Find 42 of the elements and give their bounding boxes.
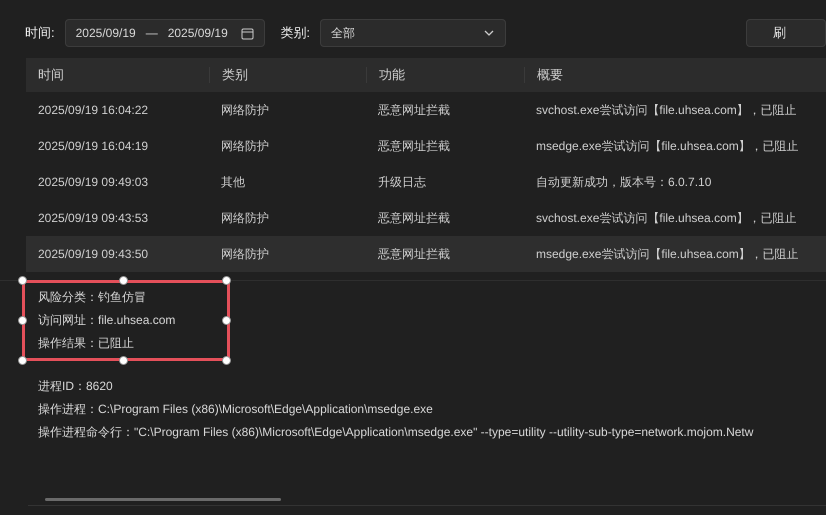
table-cell-text: 恶意网址拦截 <box>377 210 451 226</box>
table-cell-text: 网络防护 <box>220 210 270 226</box>
detail-text: 风险分类：钓鱼仿冒 <box>38 289 147 306</box>
table-cell-text: 2025/09/19 16:04:22 <box>37 103 150 117</box>
category-dropdown[interactable]: 全部 <box>320 19 506 47</box>
calendar-icon <box>241 26 254 40</box>
table-row[interactable]: 2025/09/19 09:49:03 其他 升级日志 自动更新成功，版本号：6.0.7.10 <box>26 164 826 200</box>
table-cell-text: msedge.exe尝试访问【file.uhsea.com】，已阻止 <box>535 246 800 262</box>
detail-text: 访问网址：file.uhsea.com <box>38 312 176 329</box>
table-cell-text: 2025/09/19 09:43:53 <box>37 211 150 225</box>
table-row[interactable]: 2025/09/19 16:04:22 网络防护 恶意网址拦截 svchost.exe尝试访问【file.uhsea.com】，已阻止 <box>26 92 826 128</box>
refresh-button[interactable]: 刷 <box>746 19 826 47</box>
table-cell-text: 升级日志 <box>377 174 427 190</box>
column-header: 类别 <box>209 67 366 83</box>
column-header: 概要 <box>524 67 826 83</box>
table-cell-text: svchost.exe尝试访问【file.uhsea.com】，已阻止 <box>535 210 798 226</box>
table-cell-text: 网络防护 <box>220 246 270 262</box>
table-cell-text: msedge.exe尝试访问【file.uhsea.com】，已阻止 <box>535 138 800 154</box>
column-header: 时间 <box>37 67 65 83</box>
table-cell-text: svchost.exe尝试访问【file.uhsea.com】，已阻止 <box>535 102 798 118</box>
scrollbar-thumb[interactable] <box>45 498 281 501</box>
time-label: 时间: <box>25 24 55 42</box>
detail-text: 操作进程命令行："C:\Program Files (x86)\Microsoft\Edge\Application\msedge.exe" --type=utility --utility-sub-type=network.mojom.Netw <box>38 424 754 441</box>
table-cell-text: 2025/09/19 09:43:50 <box>37 247 150 261</box>
table-cell-text: 2025/09/19 16:04:19 <box>37 139 150 153</box>
column-header: 功能 <box>366 67 524 83</box>
table-cell-text: 自动更新成功，版本号：6.0.7.10 <box>535 174 712 190</box>
table-cell-text: 其他 <box>220 174 246 190</box>
detail-text: 进程ID：8620 <box>38 378 114 395</box>
detail-text: 操作结果：已阻止 <box>38 335 135 352</box>
table-cell-text: 恶意网址拦截 <box>377 246 451 262</box>
table-cell-text: 恶意网址拦截 <box>377 138 451 154</box>
table-cell-text: 网络防护 <box>220 102 270 118</box>
category-label: 类别: <box>280 24 310 42</box>
table-cell-text: 网络防护 <box>220 138 270 154</box>
table-row[interactable]: 2025/09/19 09:43:50 网络防护 恶意网址拦截 msedge.exe尝试访问【file.uhsea.com】，已阻止 <box>26 236 826 272</box>
table-cell-text: 2025/09/19 09:49:03 <box>37 175 150 189</box>
date-range-field[interactable]: 2025/09/19 — 2025/09/19 <box>64 19 266 47</box>
table-row[interactable]: 2025/09/19 16:04:19 网络防护 恶意网址拦截 msedge.exe尝试访问【file.uhsea.com】，已阻止 <box>26 128 826 164</box>
table-cell-text: 恶意网址拦截 <box>377 102 451 118</box>
table-row[interactable]: 2025/09/19 09:43:53 网络防护 恶意网址拦截 svchost.exe尝试访问【file.uhsea.com】，已阻止 <box>26 200 826 236</box>
detail-text: 操作进程：C:\Program Files (x86)\Microsoft\Edge\Application\msedge.exe <box>38 401 434 418</box>
